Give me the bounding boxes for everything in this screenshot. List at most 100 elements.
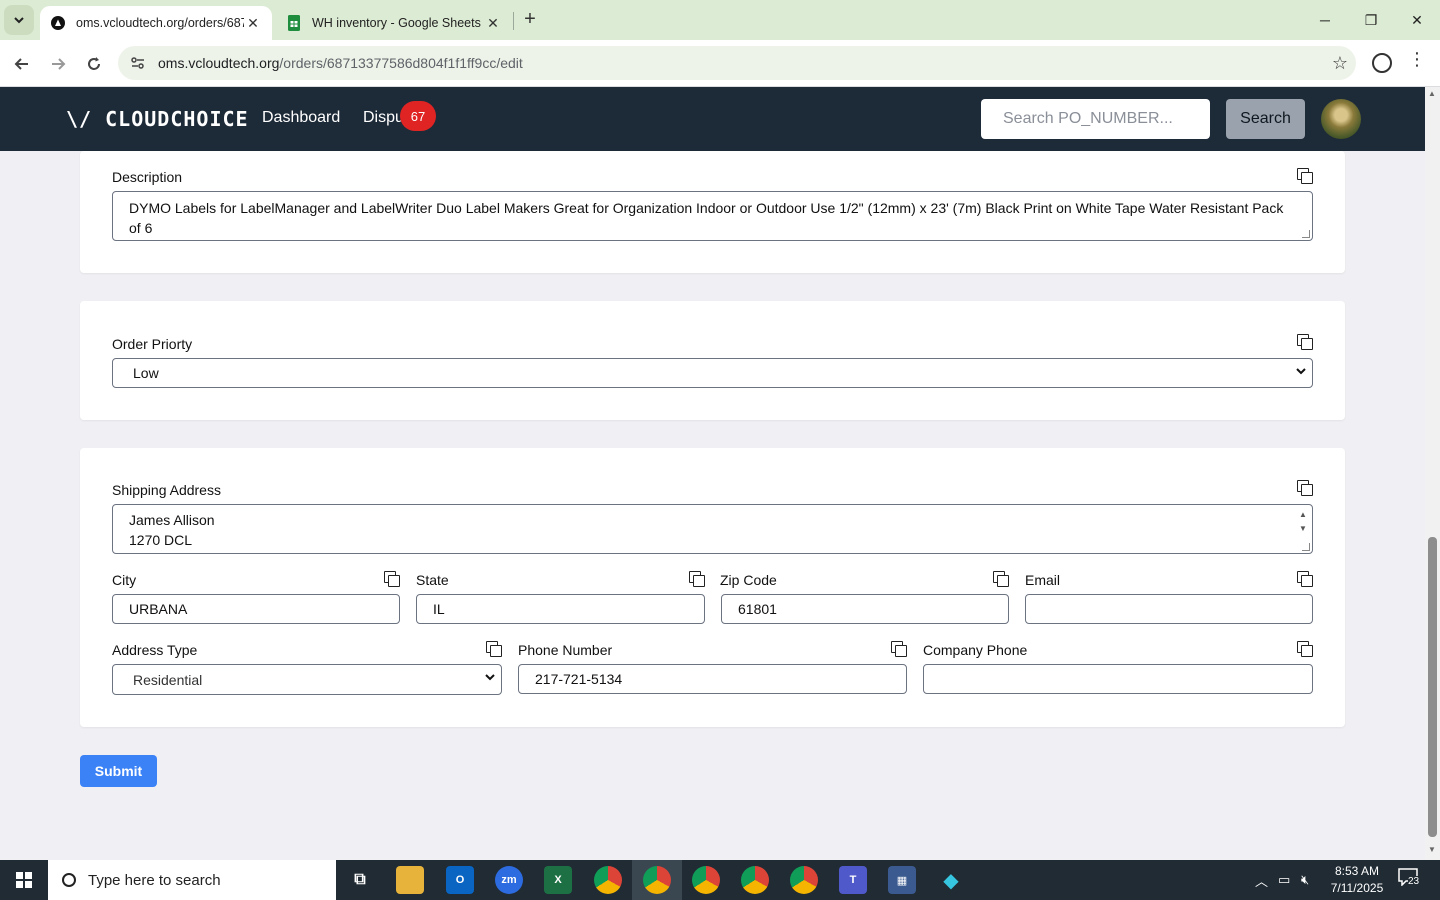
search-button[interactable]: Search	[1226, 99, 1305, 139]
description-label: Description	[112, 169, 183, 185]
copy-icon[interactable]	[486, 641, 502, 657]
site-settings-icon[interactable]	[118, 55, 158, 71]
excel-icon[interactable]: X	[544, 866, 572, 894]
zip-code-label: Zip Code	[720, 572, 777, 588]
bookmark-star-icon[interactable]: ☆	[1332, 53, 1348, 74]
resize-handle[interactable]	[1302, 543, 1310, 551]
scrollbar-thumb[interactable]	[1428, 537, 1437, 837]
user-avatar[interactable]	[1321, 99, 1361, 139]
po-search-input[interactable]	[981, 99, 1210, 139]
address-line-2: 1270 DCL	[129, 532, 193, 548]
tab-wh-inventory[interactable]: WH inventory - Google Sheets ✕	[276, 6, 512, 40]
chrome-icon[interactable]	[741, 866, 769, 894]
app-header: \/ CLOUDCHOICE Dashboard Dispu 67 Search	[0, 87, 1425, 151]
chrome-icon[interactable]	[790, 866, 818, 894]
order-priority-label: Order Priorty	[112, 336, 193, 352]
nav-dashboard[interactable]: Dashboard	[262, 109, 340, 127]
zoom-icon[interactable]: zm	[495, 866, 523, 894]
copy-icon[interactable]	[891, 641, 907, 657]
search-icon	[62, 873, 76, 887]
dispute-count-badge: 67	[400, 101, 436, 131]
close-window-icon[interactable]: ✕	[1394, 0, 1440, 40]
reload-icon[interactable]	[80, 50, 108, 78]
outlook-icon[interactable]: O	[446, 866, 474, 894]
tab-search-button[interactable]	[4, 5, 34, 35]
file-explorer-icon[interactable]	[396, 866, 424, 894]
company-phone-input[interactable]	[923, 664, 1313, 694]
state-input[interactable]: IL	[416, 594, 705, 624]
site-favicon-icon	[50, 15, 66, 31]
chrome-icon[interactable]	[643, 866, 671, 894]
copy-icon[interactable]	[1297, 571, 1313, 587]
new-tab-icon[interactable]: +	[518, 8, 542, 32]
submit-button[interactable]: Submit	[80, 755, 157, 787]
copy-icon[interactable]	[1297, 334, 1313, 350]
restore-icon[interactable]: ❐	[1348, 0, 1394, 40]
copy-icon[interactable]	[1297, 168, 1313, 184]
google-sheets-icon	[286, 15, 302, 31]
order-priority-select[interactable]: Low	[112, 358, 1313, 388]
url-domain: oms.vcloudtech.org	[158, 55, 280, 71]
address-type-label: Address Type	[112, 642, 198, 658]
forward-arrow-icon[interactable]	[44, 50, 72, 78]
back-arrow-icon[interactable]	[8, 50, 36, 78]
minimize-icon[interactable]: ─	[1302, 0, 1348, 40]
zip-code-input[interactable]: 61801	[721, 594, 1009, 624]
city-label: City	[112, 572, 137, 588]
tab-oms-order[interactable]: oms.vcloudtech.org/orders/687 ✕	[40, 6, 272, 40]
city-value: URBANA	[129, 601, 188, 617]
close-tab-icon[interactable]: ✕	[484, 15, 502, 32]
address-type-select[interactable]: Residential	[112, 664, 502, 695]
volume-muted-icon[interactable]: 🔇︎	[1301, 860, 1309, 900]
tab-separator	[513, 12, 514, 30]
state-label: State	[416, 572, 449, 588]
taskbar-clock[interactable]: 8:53 AM 7/11/2025	[1322, 863, 1392, 897]
page-scrollbar[interactable]: ▲ ▼	[1425, 87, 1440, 860]
chrome-icon[interactable]	[692, 866, 720, 894]
shipping-address-textarea[interactable]: James Allison 1270 DCL ▲ ▼	[112, 504, 1313, 554]
copy-icon[interactable]	[384, 571, 400, 587]
city-input[interactable]: URBANA	[112, 594, 400, 624]
clock-date: 7/11/2025	[1330, 881, 1384, 895]
taskbar-search-placeholder: Type here to search	[88, 871, 221, 889]
windows-logo-icon	[16, 872, 32, 888]
chrome-icon[interactable]	[594, 866, 622, 894]
copy-icon[interactable]	[1297, 480, 1313, 496]
chevron-down-icon	[485, 672, 495, 685]
app-diamond-icon[interactable]: ◆	[937, 866, 965, 894]
more-menu-icon[interactable]: ⋮	[1408, 50, 1426, 68]
phone-number-input[interactable]: 217-721-5134	[518, 664, 907, 694]
phone-number-label: Phone Number	[518, 642, 613, 658]
taskbar-search[interactable]: Type here to search	[48, 860, 336, 900]
scroll-up-arrow-icon[interactable]: ▲	[1428, 89, 1436, 98]
state-value: IL	[433, 601, 445, 617]
browser-tabstrip: oms.vcloudtech.org/orders/687 ✕ WH inven…	[0, 0, 1440, 40]
copy-icon[interactable]	[689, 571, 705, 587]
copy-icon[interactable]	[1297, 641, 1313, 657]
cloudchoice-logo[interactable]: \/ CLOUDCHOICE	[66, 107, 249, 131]
tray-chevron-icon[interactable]: ︿	[1255, 860, 1268, 900]
resize-handle[interactable]	[1302, 230, 1310, 238]
start-button[interactable]	[0, 860, 48, 900]
calculator-icon[interactable]: ▦	[888, 866, 916, 894]
network-icon[interactable]: ▭	[1278, 860, 1290, 900]
copy-icon[interactable]	[993, 571, 1009, 587]
shipping-address-card: Shipping Address James Allison 1270 DCL …	[80, 448, 1345, 727]
description-textarea[interactable]: DYMO Labels for LabelManager and LabelWr…	[112, 191, 1313, 241]
tab-title: oms.vcloudtech.org/orders/687	[76, 16, 244, 30]
email-input[interactable]	[1025, 594, 1313, 624]
description-card: Description DYMO Labels for LabelManager…	[80, 151, 1345, 273]
task-view-icon[interactable]: ⧉	[346, 866, 374, 894]
company-phone-label: Company Phone	[923, 642, 1028, 658]
close-tab-icon[interactable]: ✕	[244, 15, 262, 32]
profile-icon[interactable]	[1372, 53, 1392, 73]
nav-disputes[interactable]: Dispu	[363, 109, 404, 127]
phone-number-value: 217-721-5134	[535, 671, 623, 687]
notification-center-icon[interactable]: 23	[1398, 868, 1422, 890]
address-bar[interactable]: oms.vcloudtech.org/orders/68713377586d80…	[118, 46, 1356, 80]
teams-icon[interactable]: T	[839, 866, 867, 894]
notification-count: 23	[1408, 876, 1420, 887]
zip-code-value: 61801	[738, 601, 777, 617]
textarea-scrollbar[interactable]: ▲ ▼	[1297, 508, 1309, 538]
scroll-down-arrow-icon[interactable]: ▼	[1428, 845, 1436, 854]
